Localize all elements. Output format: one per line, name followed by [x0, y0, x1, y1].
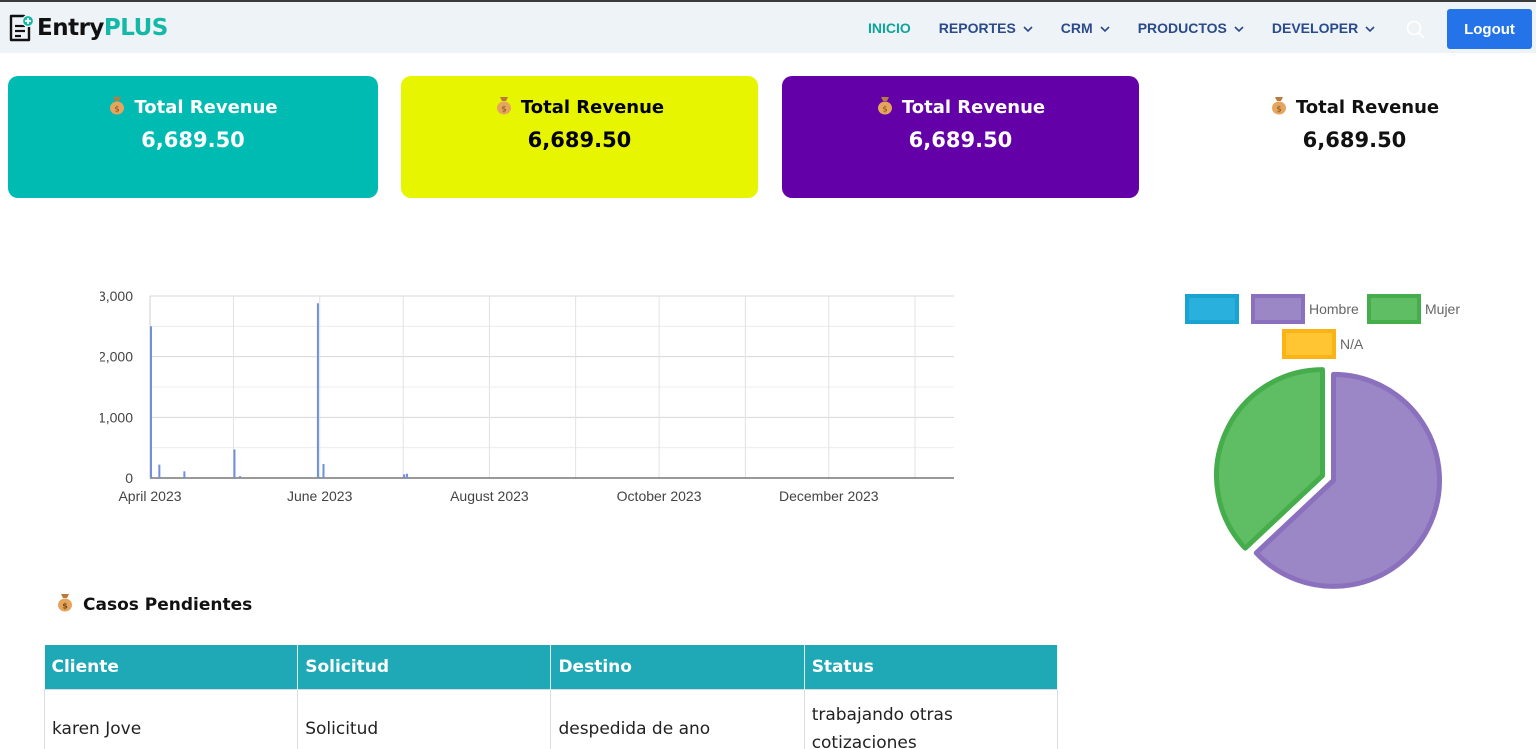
money-bag-icon: $ — [56, 592, 74, 617]
card-title: Total Revenue — [520, 97, 665, 118]
card-value: 6,689.50 — [141, 128, 245, 152]
nav-item-label: PRODUCTOS — [1137, 20, 1227, 36]
document-plus-icon — [8, 14, 34, 42]
svg-text:$: $ — [501, 105, 506, 114]
legend-swatch — [1367, 294, 1421, 324]
x-tick-label: December 2023 — [779, 488, 879, 504]
casos-table: Cliente Solicitud Destino Status karen J… — [43, 645, 1059, 749]
money-bag-icon: $ — [108, 95, 126, 120]
x-tick-label: April 2023 — [118, 488, 181, 504]
column-header-status[interactable]: Status — [804, 645, 1059, 689]
brand-logo[interactable]: EntryPLUS — [8, 14, 168, 42]
top-navbar: EntryPLUS INICIO REPORTES CRM PRODUCTOS … — [0, 0, 1536, 53]
card-value: 6,689.50 — [1302, 128, 1407, 152]
money-bag-icon: $ — [876, 95, 894, 120]
nav-item-inicio[interactable]: INICIO — [868, 20, 911, 36]
bar[interactable] — [405, 473, 408, 478]
pie-slice-hombre[interactable] — [1253, 371, 1442, 589]
svg-text:$: $ — [115, 105, 120, 114]
bar[interactable] — [233, 449, 236, 478]
y-tick-label: 0 — [125, 470, 133, 486]
nav-item-developer[interactable]: DEVELOPER — [1272, 20, 1375, 36]
y-tick-label: 3,000 — [100, 288, 133, 304]
table-header-row: Cliente Solicitud Destino Status — [44, 645, 1059, 689]
x-tick-label: October 2023 — [617, 488, 702, 504]
nav-item-label: CRM — [1060, 20, 1093, 36]
bar[interactable] — [183, 471, 186, 478]
legend-item-na[interactable]: N/A — [1282, 329, 1363, 359]
cell-status: trabajando otras cotizaciones — [803, 688, 1059, 749]
card-title: Total Revenue — [134, 97, 278, 118]
legend-item-blank[interactable] — [1185, 294, 1243, 324]
nav-item-label: DEVELOPER — [1271, 20, 1359, 36]
card-title: Total Revenue — [1295, 97, 1440, 118]
card-title: Total Revenue — [901, 97, 1046, 118]
revenue-card: $ Total Revenue 6,689.50 — [1176, 76, 1533, 198]
cell-cliente: karen Jove — [43, 688, 299, 749]
bar[interactable] — [403, 474, 406, 478]
logout-button[interactable]: Logout — [1447, 9, 1532, 49]
revenue-card: $ Total Revenue 6,689.50 — [401, 76, 758, 198]
casos-title: Casos Pendientes — [83, 594, 253, 615]
bar[interactable] — [158, 464, 161, 478]
nav-item-label: INICIO — [868, 20, 911, 36]
nav-item-crm[interactable]: CRM — [1061, 20, 1110, 36]
legend-item-mujer[interactable]: Mujer — [1367, 294, 1460, 324]
x-tick-label: June 2023 — [287, 488, 353, 504]
x-tick-label: August 2023 — [450, 488, 529, 504]
y-tick-label: 2,000 — [100, 349, 133, 365]
svg-text:$: $ — [62, 602, 68, 611]
card-value: 6,689.50 — [908, 128, 1013, 152]
chevron-down-icon — [1365, 20, 1375, 36]
chevron-down-icon — [1100, 20, 1110, 36]
cell-destino: despedida de ano — [550, 688, 805, 749]
brand-name-entry: Entry — [37, 15, 104, 41]
cell-solicitud: Solicitud — [297, 688, 552, 749]
legend-swatch — [1282, 329, 1336, 359]
chevron-down-icon — [1023, 20, 1033, 36]
revenue-card: $ Total Revenue 6,689.50 — [782, 76, 1139, 198]
legend-swatch — [1185, 294, 1239, 324]
legend-label: Hombre — [1309, 301, 1359, 317]
nav-item-reportes[interactable]: REPORTES — [939, 20, 1033, 36]
chevron-down-icon — [1234, 20, 1244, 36]
brand-name-plus: PLUS — [103, 15, 168, 41]
column-header-solicitud[interactable]: Solicitud — [297, 645, 552, 689]
column-header-destino[interactable]: Destino — [550, 645, 805, 689]
legend-label: N/A — [1340, 336, 1364, 352]
legend-item-hombre[interactable]: Hombre — [1251, 294, 1359, 324]
nav-menu: INICIO REPORTES CRM PRODUCTOS DEVELOPER — [868, 20, 1403, 36]
svg-text:$: $ — [882, 105, 887, 114]
money-bag-icon: $ — [1270, 95, 1288, 120]
brand-name: EntryPLUS — [37, 14, 168, 42]
revenue-card: $ Total Revenue 6,689.50 — [8, 76, 378, 198]
bar[interactable] — [239, 476, 242, 478]
legend-label: Mujer — [1425, 301, 1461, 317]
column-header-cliente[interactable]: Cliente — [44, 645, 299, 689]
legend-swatch — [1251, 294, 1305, 324]
nav-item-productos[interactable]: PRODUCTOS — [1138, 20, 1244, 36]
bar[interactable] — [150, 326, 152, 478]
money-bag-icon: $ — [495, 95, 513, 120]
casos-heading: $ Casos Pendientes — [47, 592, 252, 617]
gender-pie-chart: Hombre Mujer N/A — [1175, 285, 1495, 595]
search-icon[interactable] — [1406, 20, 1426, 45]
bar[interactable] — [316, 303, 319, 478]
bar[interactable] — [322, 464, 325, 478]
table-row[interactable]: karen Jove Solicitud despedida de ano tr… — [43, 688, 1059, 749]
nav-item-label: REPORTES — [938, 20, 1016, 36]
pie-slice-mujer[interactable] — [1214, 367, 1325, 551]
y-tick-label: 1,000 — [100, 409, 133, 425]
revenue-bar-chart: 0 1,000 2,000 3,000 April 2023 June 2023 Augus… — [100, 288, 954, 504]
svg-text:$: $ — [1276, 105, 1281, 114]
card-value: 6,689.50 — [527, 128, 632, 152]
